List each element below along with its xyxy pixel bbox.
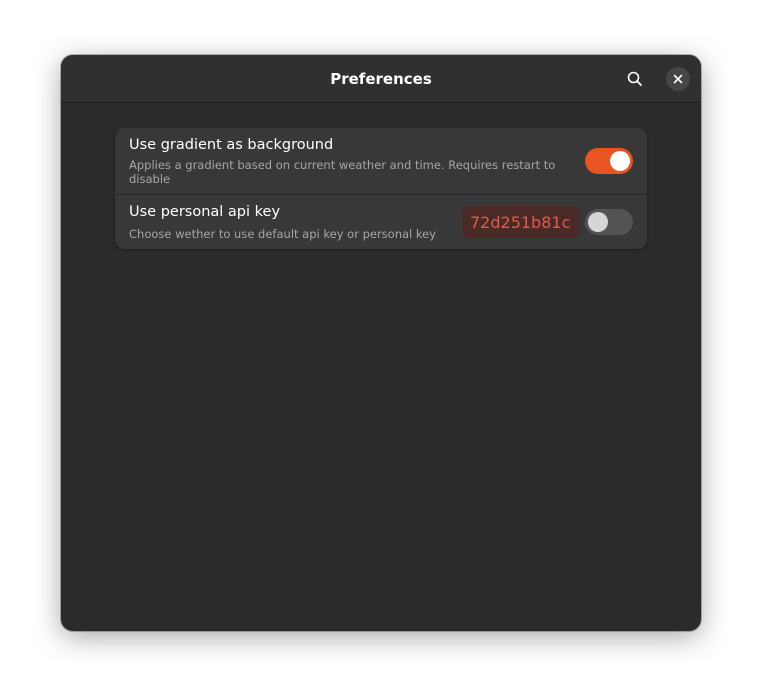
gradient-subtitle: Applies a gradient based on current weat… — [129, 158, 556, 186]
close-icon — [673, 74, 683, 84]
switch-knob — [588, 212, 608, 232]
preferences-list: Use gradient as background Applies a gra… — [115, 128, 647, 249]
api-key-entry — [462, 206, 579, 238]
search-button[interactable] — [623, 67, 647, 91]
api-key-subtitle: Choose wether to use default api key or … — [129, 227, 437, 241]
window-title: Preferences — [330, 70, 432, 88]
gradient-switch[interactable] — [585, 148, 633, 174]
api-key-title: Use personal api key — [129, 204, 281, 220]
close-button[interactable] — [666, 67, 690, 91]
switch-knob — [610, 151, 630, 171]
search-icon — [627, 71, 642, 86]
api-key-input[interactable] — [462, 206, 579, 238]
api-key-row: Use personal api key Choose wether to us… — [115, 195, 647, 249]
header-bar: Preferences — [61, 55, 701, 103]
api-key-switch[interactable] — [585, 209, 633, 235]
preferences-window: Preferences Use gradient as background A… — [61, 55, 701, 631]
gradient-row: Use gradient as background Applies a gra… — [115, 128, 647, 195]
gradient-title: Use gradient as background — [129, 137, 334, 153]
